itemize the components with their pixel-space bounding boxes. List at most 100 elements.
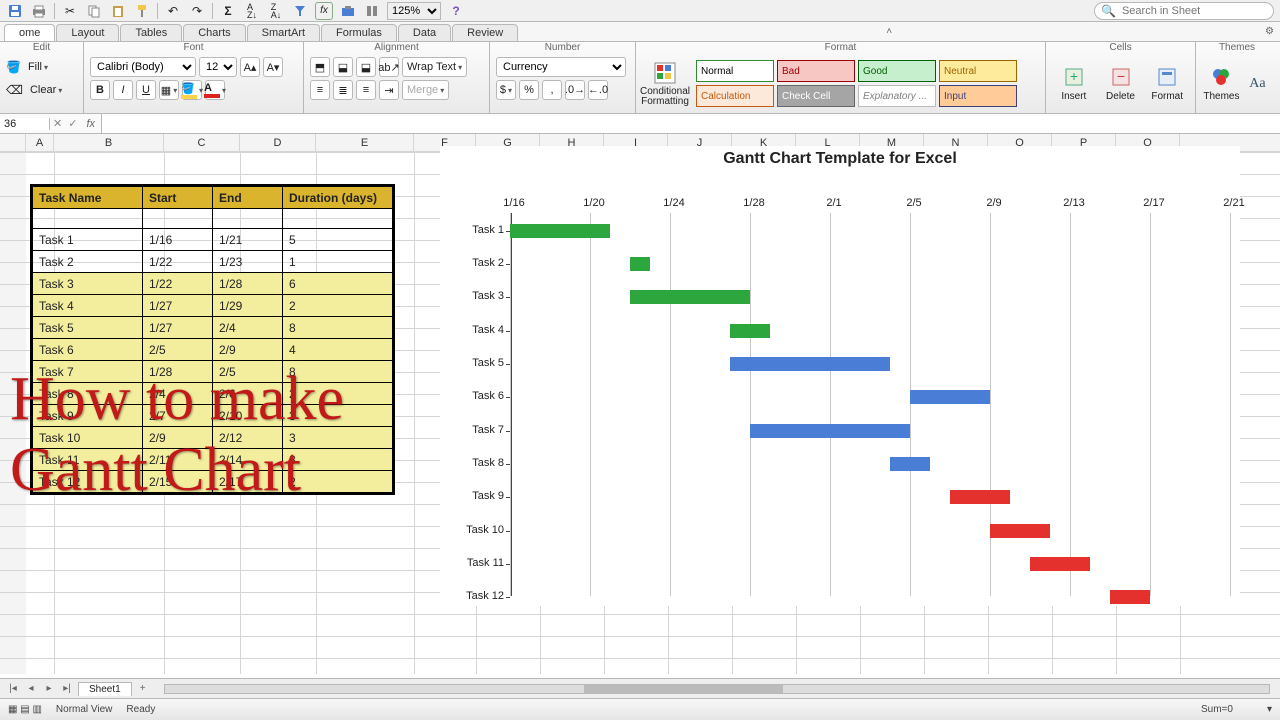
font-name-select[interactable]: Calibri (Body) (90, 57, 196, 77)
name-box[interactable]: 36 (0, 118, 50, 130)
indent-icon[interactable]: ⇥ (379, 80, 399, 100)
sheet-nav-prev-icon[interactable]: ◂ (24, 683, 38, 694)
chart-plot-area: 1/161/201/241/282/12/52/92/132/172/21Tas… (510, 196, 1230, 596)
print-icon[interactable] (30, 2, 48, 20)
wrap-text-button[interactable]: Wrap Text (402, 57, 467, 77)
gantt-bar (630, 257, 650, 271)
style-calculation[interactable]: Calculation (696, 85, 774, 107)
sheet-nav-last-icon[interactable]: ▸| (60, 683, 74, 694)
status-view-label: Normal View (56, 704, 113, 715)
toolbox-icon[interactable] (339, 2, 357, 20)
help-icon[interactable]: ? (447, 2, 465, 20)
cut-icon[interactable]: ✂ (61, 2, 79, 20)
font-color-button[interactable]: A (205, 80, 225, 100)
bold-button[interactable]: B (90, 80, 110, 100)
fx-label[interactable]: fx (80, 118, 101, 130)
underline-button[interactable]: U (136, 80, 156, 100)
col-header-A[interactable]: A (26, 134, 54, 151)
chart-x-tick: 1/20 (579, 197, 609, 209)
align-bottom-icon[interactable]: ⬓ (356, 57, 376, 77)
style-explanatory-[interactable]: Explanatory ... (858, 85, 936, 107)
align-top-icon[interactable]: ⬒ (310, 57, 330, 77)
style-input[interactable]: Input (939, 85, 1017, 107)
search-input[interactable] (1120, 4, 1267, 18)
paste-icon[interactable] (109, 2, 127, 20)
comma-icon[interactable]: , (542, 80, 562, 100)
quick-access-toolbar: ✂ ↶ ↷ Σ AZ↓ ZA↓ fx 125% ? 🔍 (0, 0, 1280, 22)
format-cells-button[interactable]: Format (1145, 60, 1189, 108)
filter-icon[interactable] (291, 2, 309, 20)
show-formulas-icon[interactable]: fx (315, 2, 333, 20)
clear-button[interactable]: Clear (26, 80, 66, 100)
status-dropdown-icon[interactable]: ▾ (1267, 704, 1272, 715)
style-neutral[interactable]: Neutral (939, 60, 1017, 82)
tab-smartart[interactable]: SmartArt (247, 24, 320, 41)
percent-icon[interactable]: % (519, 80, 539, 100)
tab-formulas[interactable]: Formulas (321, 24, 397, 41)
delete-cells-button[interactable]: −Delete (1099, 60, 1143, 108)
search-field[interactable]: 🔍 (1094, 2, 1274, 20)
increase-decimal-icon[interactable]: .0→ (565, 80, 585, 100)
style-bad[interactable]: Bad (777, 60, 855, 82)
formula-input[interactable] (101, 114, 1280, 133)
row-headers[interactable] (0, 152, 26, 674)
decrease-decimal-icon[interactable]: ←.0 (588, 80, 608, 100)
format-painter-icon[interactable] (133, 2, 151, 20)
undo-icon[interactable]: ↶ (164, 2, 182, 20)
italic-button[interactable]: I (113, 80, 133, 100)
currency-icon[interactable]: $ (496, 80, 516, 100)
col-header-D[interactable]: D (240, 134, 316, 151)
align-center-icon[interactable]: ≣ (333, 80, 353, 100)
style-normal[interactable]: Normal (696, 60, 774, 82)
align-middle-icon[interactable]: ⬓ (333, 57, 353, 77)
worksheet[interactable]: ABCDEFGHIJKLMNOPQ Task NameStartEndDurat… (0, 134, 1280, 674)
ribbon-options-icon[interactable]: ⚙ (1265, 26, 1274, 37)
fill-button[interactable]: Fill (24, 57, 52, 77)
number-format-select[interactable]: Currency (496, 57, 626, 77)
sheet-nav-first-icon[interactable]: |◂ (6, 683, 20, 694)
style-check-cell[interactable]: Check Cell (777, 85, 855, 107)
col-header-E[interactable]: E (316, 134, 414, 151)
align-right-icon[interactable]: ≡ (356, 80, 376, 100)
insert-cells-button[interactable]: +Insert (1052, 60, 1096, 108)
collapse-ribbon-icon[interactable]: ˄ (886, 26, 892, 37)
themes-button[interactable]: Themes (1202, 60, 1241, 108)
enter-formula-icon[interactable]: ✓ (68, 118, 77, 130)
tab-review[interactable]: Review (452, 24, 518, 41)
cancel-formula-icon[interactable]: ✕ (53, 118, 62, 130)
cell-styles-gallery[interactable]: NormalBadGoodNeutral CalculationCheck Cel… (696, 60, 1026, 107)
sort-asc-icon[interactable]: AZ↓ (243, 2, 261, 20)
style-good[interactable]: Good (858, 60, 936, 82)
zoom-select[interactable]: 125% (387, 2, 441, 20)
horizontal-scrollbar[interactable] (164, 684, 1270, 694)
sheet-nav-next-icon[interactable]: ▸ (42, 683, 56, 694)
align-left-icon[interactable]: ≡ (310, 80, 330, 100)
grow-font-icon[interactable]: A▴ (240, 57, 260, 77)
font-size-select[interactable]: 12 (199, 57, 237, 77)
col-header-B[interactable]: B (54, 134, 164, 151)
sheet-tab[interactable]: Sheet1 (78, 682, 132, 696)
tab-ome[interactable]: ome (4, 24, 55, 41)
view-buttons[interactable]: ▦ ▤ ▥ (8, 704, 42, 715)
autosum-icon[interactable]: Σ (219, 2, 237, 20)
save-icon[interactable] (6, 2, 24, 20)
tab-layout[interactable]: Layout (56, 24, 119, 41)
col-header-C[interactable]: C (164, 134, 240, 151)
show-hide-icon[interactable] (363, 2, 381, 20)
insert-label: Insert (1061, 91, 1086, 102)
copy-icon[interactable] (85, 2, 103, 20)
border-button[interactable]: ▦ (159, 80, 179, 100)
sort-desc-icon[interactable]: ZA↓ (267, 2, 285, 20)
tab-data[interactable]: Data (398, 24, 451, 41)
conditional-formatting-button[interactable]: Conditional Formatting (642, 60, 688, 108)
orientation-icon[interactable]: ab↗ (379, 57, 399, 77)
fill-color-button[interactable]: 🪣 (182, 80, 202, 100)
theme-fonts-button[interactable]: Aa (1243, 60, 1272, 108)
new-sheet-icon[interactable]: + (136, 683, 150, 694)
merge-button[interactable]: Merge (402, 80, 449, 100)
select-all-corner[interactable] (0, 134, 26, 151)
redo-icon[interactable]: ↷ (188, 2, 206, 20)
tab-tables[interactable]: Tables (120, 24, 182, 41)
tab-charts[interactable]: Charts (183, 24, 245, 41)
shrink-font-icon[interactable]: A▾ (263, 57, 283, 77)
